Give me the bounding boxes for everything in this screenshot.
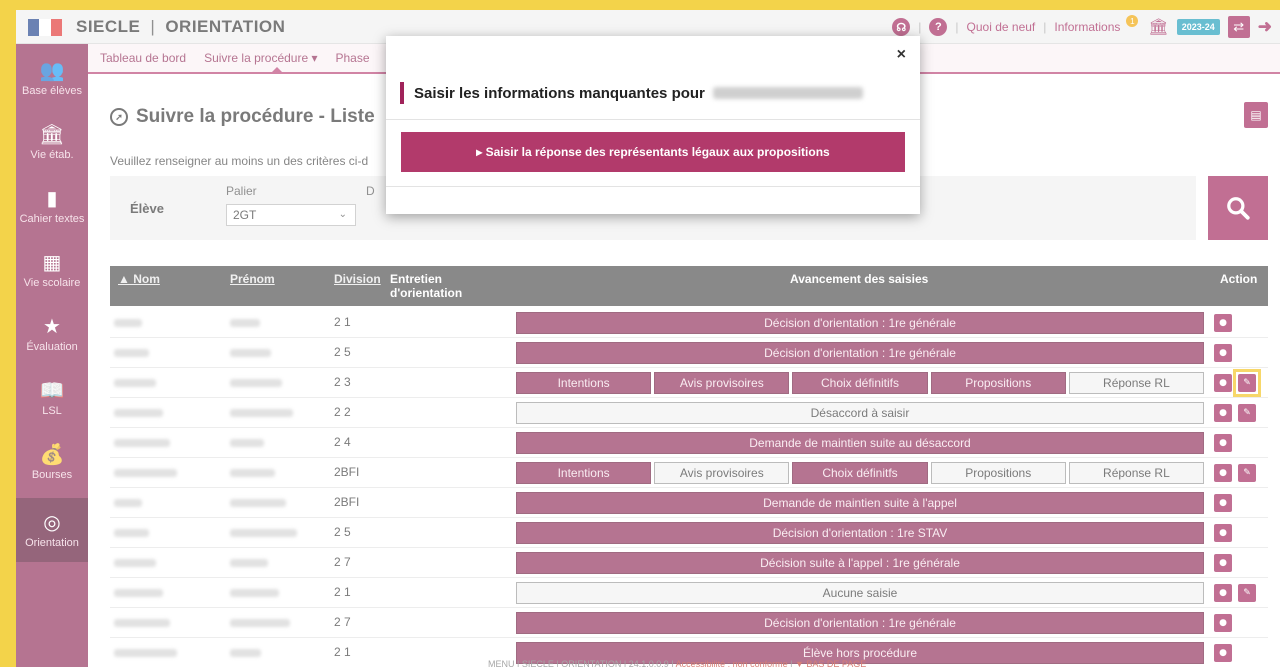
student-name-redacted [712,87,863,99]
saisir-reponse-rl-button[interactable]: ▸ Saisir la réponse des représentants lé… [401,132,905,172]
modal-title: Saisir les informations manquantes pour [400,82,863,104]
close-icon[interactable]: × [897,46,906,64]
missing-info-modal: × Saisir les informations manquantes pou… [386,36,920,214]
app-window: SIECLE | ORIENTATION ☊ | ? | Quoi de neu… [16,10,1280,667]
